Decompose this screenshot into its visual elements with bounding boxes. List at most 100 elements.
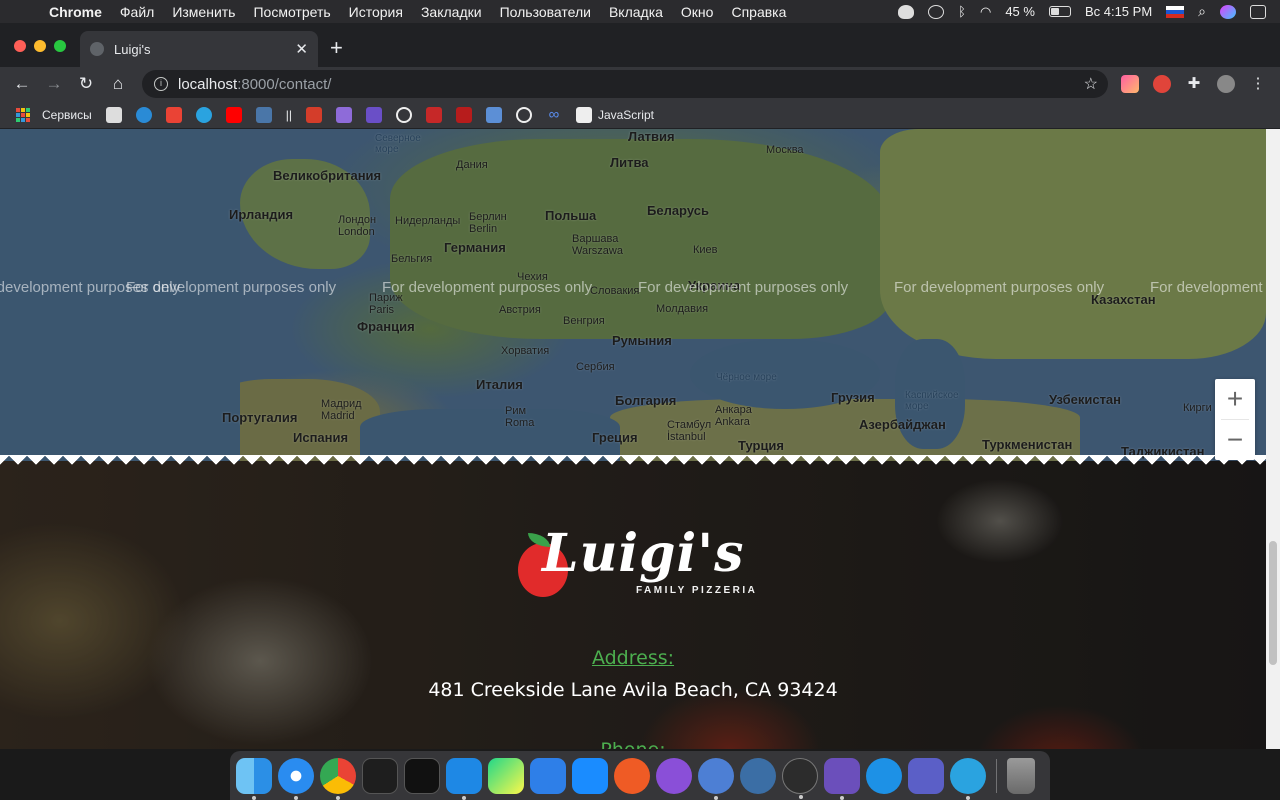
bookmark-book-icon[interactable]: [485, 106, 502, 123]
address-value: 481 Creekside Lane Avila Beach, CA 93424: [428, 679, 838, 701]
bookmark-services[interactable]: Сервисы: [16, 107, 92, 122]
pycharm-icon[interactable]: [488, 757, 524, 794]
map-zoom-in-button[interactable]: +: [1215, 379, 1255, 419]
extensions-puzzle-icon[interactable]: ✚: [1185, 75, 1203, 93]
bookmark-tower-2-icon[interactable]: [455, 106, 472, 123]
activity-monitor-icon[interactable]: [362, 757, 398, 794]
map-label-bulgaria: Болгария: [615, 393, 677, 408]
vscode-icon[interactable]: [446, 757, 482, 800]
close-window-button[interactable]: [14, 40, 26, 52]
forward-arrow-icon[interactable]: →: [38, 74, 70, 94]
map-label-hungary: Венгрия: [563, 315, 605, 327]
postman-icon[interactable]: [614, 757, 650, 794]
menu-help[interactable]: Справка: [722, 4, 795, 20]
control-center-icon[interactable]: [1250, 4, 1266, 19]
evernote-icon[interactable]: [898, 4, 915, 19]
map-label-caspian: Каспийское море: [905, 390, 959, 412]
page-scrollbar[interactable]: [1266, 129, 1280, 749]
menu-history[interactable]: История: [340, 4, 412, 20]
wifi-icon[interactable]: ◠: [980, 4, 991, 20]
address-bar[interactable]: i localhost :8000/contact/ ☆: [142, 70, 1108, 98]
menu-view[interactable]: Посмотреть: [244, 4, 339, 20]
extension-instagram-icon[interactable]: [1153, 75, 1171, 93]
bookmark-mail-at-icon[interactable]: [135, 106, 152, 123]
map-label-warsaw: Варшава Warszawa: [572, 233, 623, 257]
finder-icon[interactable]: [236, 757, 272, 800]
zoom-window-button[interactable]: [54, 40, 66, 52]
address-label[interactable]: Address:: [0, 647, 1266, 669]
bookmark-codepen-icon[interactable]: [395, 106, 412, 123]
scrollbar-thumb[interactable]: [1269, 541, 1277, 665]
map-label-ireland: Ирландия: [229, 207, 294, 222]
apps-grid-icon: [16, 107, 30, 122]
map-dev-watermark: For development purposes only: [638, 279, 849, 296]
map-label-slovakia: Словакия: [590, 285, 640, 297]
map-mediterranean: [360, 409, 620, 461]
flag-ru-icon[interactable]: [1166, 5, 1185, 18]
map-label-croatia: Хорватия: [501, 345, 550, 357]
trash-icon[interactable]: [1007, 757, 1035, 794]
phone-label[interactable]: Phone:: [0, 739, 1266, 749]
bookmark-red-building-icon[interactable]: [305, 106, 322, 123]
bookmark-infinity-icon[interactable]: ∞: [546, 106, 562, 123]
zigzag-divider: [0, 455, 1266, 467]
clock[interactable]: Вс 4:15 PM: [1085, 4, 1152, 19]
bookmark-youtube-icon[interactable]: [225, 106, 242, 123]
tab-close-icon[interactable]: ✕: [295, 40, 308, 58]
proxyman-icon[interactable]: [782, 757, 818, 799]
menu-edit[interactable]: Изменить: [163, 4, 244, 20]
url-path: :8000/contact/: [237, 75, 332, 93]
minimize-window-button[interactable]: [34, 40, 46, 52]
siri-icon[interactable]: [1220, 4, 1236, 19]
browser-menu-icon[interactable]: ⋮: [1249, 75, 1267, 93]
reload-icon[interactable]: ↻: [70, 74, 102, 94]
home-icon[interactable]: ⌂: [102, 74, 134, 94]
new-tab-plus-icon[interactable]: +: [330, 35, 343, 61]
tableplus-icon[interactable]: [698, 757, 734, 800]
bookmark-gmail-icon[interactable]: [165, 106, 182, 123]
menu-window[interactable]: Окно: [672, 4, 723, 20]
map-label-uk: Великобритания: [273, 168, 382, 183]
back-arrow-icon[interactable]: ←: [6, 74, 38, 94]
menu-file[interactable]: Файл: [111, 4, 163, 20]
site-info-icon[interactable]: i: [154, 77, 168, 91]
bookmark-purple-icon[interactable]: [335, 106, 352, 123]
terminal-icon[interactable]: [404, 757, 440, 794]
map-label-georgia: Грузия: [831, 390, 875, 405]
profile-avatar[interactable]: [1217, 75, 1235, 93]
chrome-icon[interactable]: [320, 757, 356, 800]
battery-icon[interactable]: [1048, 6, 1071, 17]
menu-bookmarks[interactable]: Закладки: [412, 4, 491, 20]
xcode-icon[interactable]: [530, 757, 566, 794]
github-desktop-icon[interactable]: [656, 757, 692, 794]
bookmark-telegram-icon[interactable]: [195, 106, 212, 123]
menu-people[interactable]: Пользователи: [491, 4, 600, 20]
pgadmin-icon[interactable]: [740, 757, 776, 794]
bookmark-separator-label[interactable]: ||: [286, 108, 292, 122]
map-zoom-out-button[interactable]: −: [1215, 420, 1255, 460]
bookmark-search-icon[interactable]: [105, 106, 122, 123]
menu-app-name[interactable]: Chrome: [40, 4, 111, 20]
bookmark-javascript[interactable]: JavaScript: [575, 106, 654, 123]
app-store-icon[interactable]: [572, 757, 608, 794]
luigis-logo[interactable]: Luigi's FAMILY PIZZERIA: [518, 523, 758, 613]
map-label-belgium: Бельгия: [391, 253, 433, 265]
extension-gradient-icon[interactable]: [1121, 75, 1139, 93]
bookmark-vk-icon[interactable]: [255, 106, 272, 123]
map-dev-watermark: For development purposes only: [126, 279, 337, 296]
safari-icon[interactable]: [278, 757, 314, 800]
bookmark-codepen-2-icon[interactable]: [515, 106, 532, 123]
bluetooth-icon[interactable]: ᛒ: [958, 4, 966, 19]
google-map[interactable]: Латвия Северное море Дания Литва Москва …: [0, 129, 1266, 461]
postgres-icon[interactable]: [928, 4, 945, 19]
tab-luigis[interactable]: Luigi's ✕: [80, 31, 318, 67]
dbeaver-icon[interactable]: [824, 757, 860, 800]
bookmark-tower-icon[interactable]: [425, 106, 442, 123]
teams-icon[interactable]: [908, 757, 944, 794]
telegram-icon[interactable]: [950, 757, 986, 800]
bookmark-star-icon[interactable]: ☆: [1084, 74, 1098, 94]
spotlight-icon[interactable]: ⌕: [1198, 3, 1206, 20]
menu-tab[interactable]: Вкладка: [600, 4, 672, 20]
docker-icon[interactable]: [866, 757, 902, 794]
bookmark-edx-icon[interactable]: [365, 106, 382, 123]
